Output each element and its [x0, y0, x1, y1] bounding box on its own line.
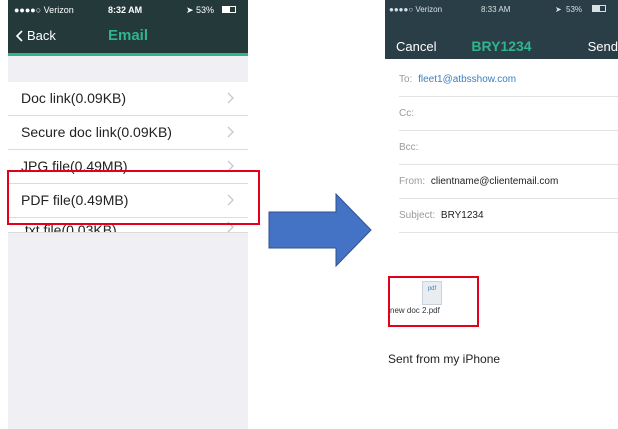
- status-bar: ●●●●○ Verizon 8:32 AM ➤ 53%: [8, 0, 248, 20]
- nav-accent-line: [8, 53, 248, 56]
- clock: 8:32 AM: [108, 5, 143, 15]
- list-item-label: Secure doc link(0.09KB): [21, 124, 172, 140]
- subject-label: Subject:: [399, 210, 436, 221]
- cc-field[interactable]: Cc:: [399, 97, 618, 131]
- battery-percent: 53%: [566, 5, 583, 14]
- file-row-doc-link[interactable]: Doc link(0.09KB): [8, 82, 248, 116]
- nav-bar: Cancel BRY1234 Send: [385, 17, 618, 59]
- battery-percent: 53%: [196, 5, 215, 15]
- right-phone-screen: ●●●●○ Verizon 8:33 AM ➤ 53% Cancel BRY12…: [385, 0, 618, 429]
- page-title: BRY1234: [471, 38, 532, 54]
- list-item-label: Doc link(0.09KB): [21, 90, 127, 106]
- page-title: Email: [107, 27, 149, 44]
- subject-field[interactable]: Subject: BRY1234: [399, 199, 618, 233]
- pdf-highlight-box: [7, 170, 260, 225]
- clock: 8:33 AM: [481, 5, 511, 14]
- to-value: fleet1@atbsshow.com: [418, 74, 517, 85]
- subject-value: BRY1234: [440, 210, 484, 221]
- to-label: To:: [399, 74, 413, 85]
- location-icon: ➤: [186, 5, 194, 15]
- status-bar: ●●●●○ Verizon 8:33 AM ➤ 53%: [385, 0, 618, 17]
- bcc-label: Bcc:: [399, 142, 419, 153]
- battery-icon: [592, 5, 606, 12]
- attachment-highlight-box: [388, 276, 479, 327]
- carrier-label: ●●●●○ Verizon: [389, 5, 443, 14]
- from-value: clientname@clientemail.com: [430, 176, 559, 187]
- chevron-right-icon: [227, 126, 234, 138]
- battery-icon: [222, 6, 236, 13]
- send-button[interactable]: Send: [588, 39, 618, 54]
- from-label: From:: [399, 176, 426, 187]
- carrier-label: ●●●●○ Verizon: [14, 5, 74, 15]
- from-field[interactable]: From: clientname@clientemail.com: [399, 165, 618, 199]
- cc-label: Cc:: [399, 108, 414, 119]
- to-field[interactable]: To: fleet1@atbsshow.com: [399, 63, 618, 97]
- arrow-right-icon: [268, 193, 372, 267]
- bcc-field[interactable]: Bcc:: [399, 131, 618, 165]
- file-row-secure-doc-link[interactable]: Secure doc link(0.09KB): [8, 116, 248, 150]
- chevron-right-icon: [227, 92, 234, 104]
- nav-bar: Back Email: [8, 20, 248, 53]
- email-signature: Sent from my iPhone: [388, 352, 501, 366]
- location-icon: ➤: [555, 5, 562, 14]
